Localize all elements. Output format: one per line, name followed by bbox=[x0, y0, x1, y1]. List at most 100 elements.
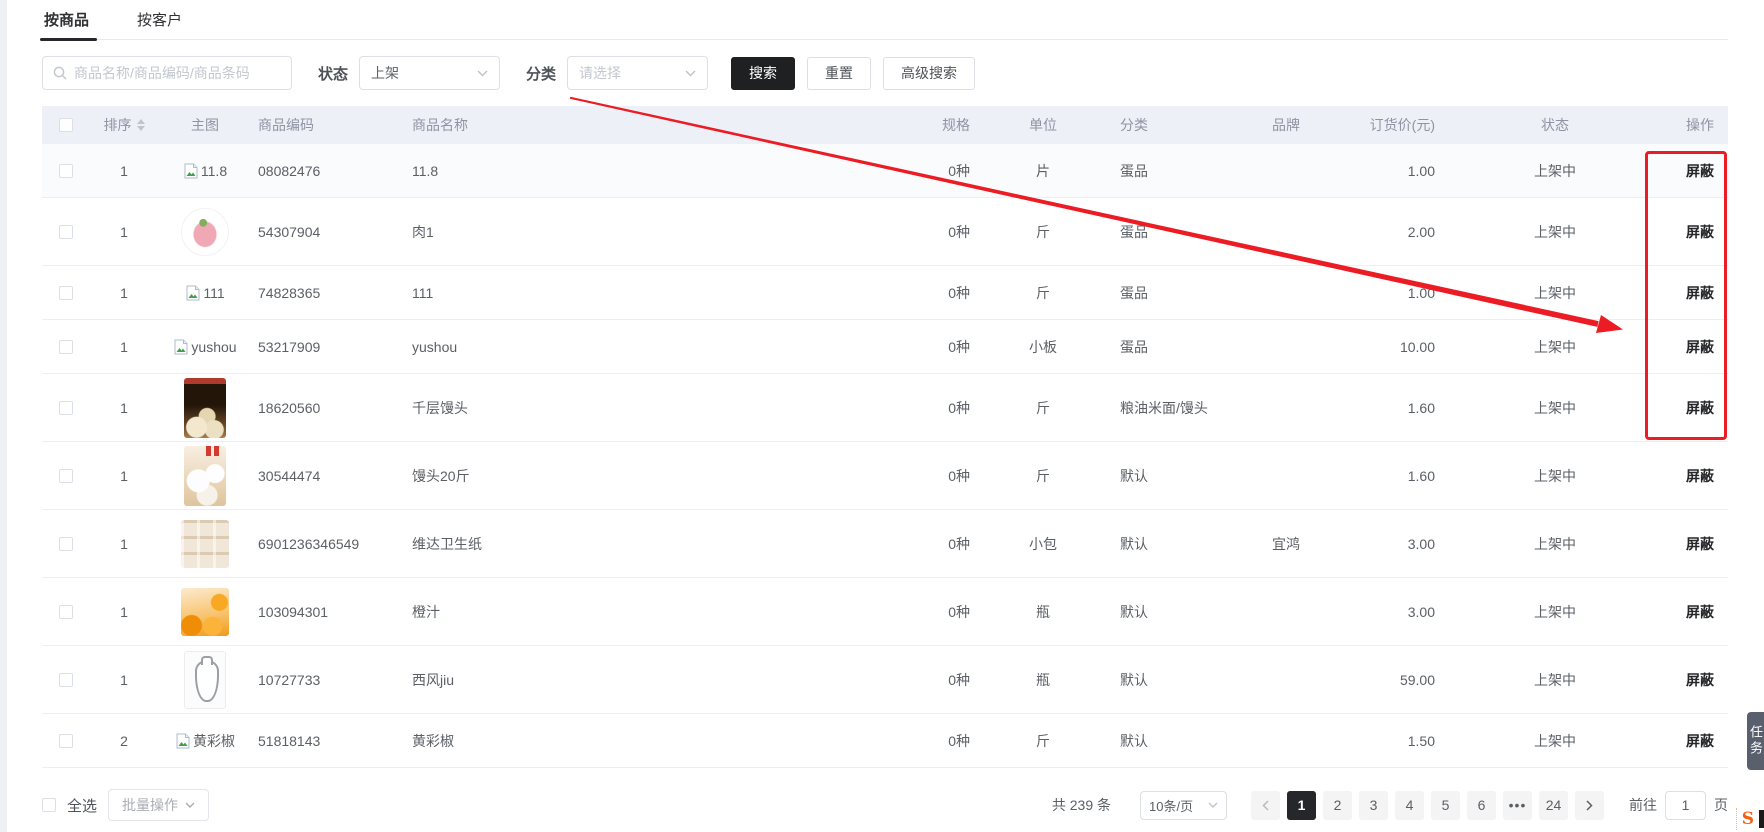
cell-sort: 1 bbox=[90, 224, 158, 240]
cell-price: 3.00 bbox=[1329, 536, 1475, 552]
pager-more-button[interactable]: ••• bbox=[1503, 791, 1532, 820]
page-button-5[interactable]: 5 bbox=[1431, 791, 1460, 820]
advanced-search-button[interactable]: 高级搜索 bbox=[883, 57, 975, 90]
broken-image-alt: 11.8 bbox=[201, 163, 227, 179]
block-action-button[interactable]: 屏蔽 bbox=[1686, 161, 1714, 181]
chevron-down-icon bbox=[1208, 802, 1218, 808]
table-row: 2 黄彩椒 51818143 黄彩椒 0种 斤 默认 1.50 上架中 屏蔽 bbox=[42, 714, 1728, 768]
row-checkbox[interactable] bbox=[59, 340, 73, 354]
cell-spec: 0种 bbox=[895, 161, 975, 181]
product-thumbnail bbox=[184, 446, 226, 506]
row-checkbox[interactable] bbox=[59, 164, 73, 178]
block-action-button[interactable]: 屏蔽 bbox=[1686, 731, 1714, 751]
broken-image: 111 bbox=[185, 285, 224, 301]
pager-next-button[interactable] bbox=[1575, 791, 1604, 820]
search-icon bbox=[53, 66, 67, 80]
table-row: 1 18620560 千层馒头 0种 斤 粮油米面/馒头 1.60 上架中 屏蔽 bbox=[42, 374, 1728, 442]
cell-spec: 0种 bbox=[895, 337, 975, 357]
table-row: 1 54307904 肉1 0种 斤 蛋品 2.00 上架中 屏蔽 bbox=[42, 198, 1728, 266]
page-button-24[interactable]: 24 bbox=[1539, 791, 1568, 820]
block-action-button[interactable]: 屏蔽 bbox=[1686, 670, 1714, 690]
cell-unit: 斤 bbox=[975, 398, 1111, 418]
cell-spec: 0种 bbox=[895, 398, 975, 418]
page-button-6[interactable]: 6 bbox=[1467, 791, 1496, 820]
cell-status: 上架中 bbox=[1475, 731, 1635, 751]
row-checkbox[interactable] bbox=[59, 605, 73, 619]
cell-name: yushou bbox=[404, 339, 895, 355]
cell-unit: 小包 bbox=[975, 534, 1111, 554]
block-action-button[interactable]: 屏蔽 bbox=[1686, 602, 1714, 622]
pager-prev-button[interactable] bbox=[1251, 791, 1280, 820]
block-action-button[interactable]: 屏蔽 bbox=[1686, 534, 1714, 554]
block-action-button[interactable]: 屏蔽 bbox=[1686, 337, 1714, 357]
cell-sort: 1 bbox=[90, 536, 158, 552]
row-checkbox[interactable] bbox=[59, 673, 73, 687]
page-size-select[interactable]: 10条/页 bbox=[1140, 791, 1227, 820]
cell-spec: 0种 bbox=[895, 731, 975, 751]
category-select[interactable]: 请选择 bbox=[567, 56, 708, 90]
tab-by-customer[interactable]: 按客户 bbox=[135, 0, 184, 40]
sort-carets-icon[interactable] bbox=[137, 119, 145, 131]
cell-image: 111 bbox=[158, 285, 252, 301]
task-side-tab[interactable]: 任务 bbox=[1747, 712, 1764, 770]
block-action-button[interactable]: 屏蔽 bbox=[1686, 222, 1714, 242]
row-checkbox[interactable] bbox=[59, 225, 73, 239]
product-management-page: 按商品 按客户 状态 上架 分类 请选择 搜索 重置 高级搜索 bbox=[7, 0, 1764, 832]
cell-image: 11.8 bbox=[158, 163, 252, 179]
reset-button[interactable]: 重置 bbox=[807, 57, 871, 90]
product-table: 排序 主图 商品编码 商品名称 规格 单位 分类 品牌 订货价(元) 状态 操作… bbox=[42, 106, 1728, 768]
goto-page-input[interactable] bbox=[1665, 791, 1706, 820]
row-checkbox[interactable] bbox=[59, 734, 73, 748]
page-button-3[interactable]: 3 bbox=[1359, 791, 1388, 820]
row-checkbox[interactable] bbox=[59, 401, 73, 415]
page-button-4[interactable]: 4 bbox=[1395, 791, 1424, 820]
block-action-button[interactable]: 屏蔽 bbox=[1686, 398, 1714, 418]
product-thumbnail bbox=[181, 520, 229, 568]
row-checkbox[interactable] bbox=[59, 469, 73, 483]
cell-category: 蛋品 bbox=[1111, 283, 1243, 303]
cell-category: 默认 bbox=[1111, 731, 1243, 751]
search-input[interactable] bbox=[74, 65, 281, 81]
page-size-value: 10条/页 bbox=[1149, 796, 1193, 815]
broken-image: 11.8 bbox=[183, 163, 227, 179]
cell-sort: 1 bbox=[90, 468, 158, 484]
cell-code: 08082476 bbox=[252, 163, 404, 179]
cell-code: 6901236346549 bbox=[252, 536, 404, 552]
column-header-status: 状态 bbox=[1475, 115, 1635, 135]
page-button-2[interactable]: 2 bbox=[1323, 791, 1352, 820]
tab-by-product[interactable]: 按商品 bbox=[42, 0, 91, 40]
column-header-sort[interactable]: 排序 bbox=[90, 115, 158, 135]
cell-name: 肉1 bbox=[404, 222, 895, 242]
batch-operation-button[interactable]: 批量操作 bbox=[108, 789, 209, 821]
select-all-header-checkbox[interactable] bbox=[59, 118, 73, 132]
column-header-action: 操作 bbox=[1635, 115, 1728, 135]
cell-unit: 瓶 bbox=[975, 602, 1111, 622]
cell-unit: 小板 bbox=[975, 337, 1111, 357]
column-header-brand: 品牌 bbox=[1243, 115, 1329, 135]
total-count: 共 239 条 bbox=[1052, 795, 1111, 815]
cell-code: 18620560 bbox=[252, 400, 404, 416]
search-button[interactable]: 搜索 bbox=[731, 57, 795, 90]
broken-image-alt: yushou bbox=[191, 339, 236, 355]
cell-price: 1.60 bbox=[1329, 468, 1475, 484]
row-checkbox[interactable] bbox=[59, 286, 73, 300]
column-header-spec: 规格 bbox=[895, 115, 975, 135]
cell-spec: 0种 bbox=[895, 466, 975, 486]
select-all-checkbox[interactable] bbox=[42, 798, 56, 812]
page-button-1[interactable]: 1 bbox=[1287, 791, 1316, 820]
row-checkbox[interactable] bbox=[59, 537, 73, 551]
category-filter-label: 分类 bbox=[526, 63, 556, 84]
ime-logo: S bbox=[1742, 809, 1754, 829]
cell-image bbox=[158, 588, 252, 636]
table-body: 1 11.8 08082476 11.8 0种 片 蛋品 1.00 上架中 屏蔽… bbox=[42, 144, 1728, 768]
block-action-button[interactable]: 屏蔽 bbox=[1686, 283, 1714, 303]
status-filter-label: 状态 bbox=[318, 63, 348, 84]
table-row: 1 yushou 53217909 yushou 0种 小板 蛋品 10.00 … bbox=[42, 320, 1728, 374]
cell-sort: 1 bbox=[90, 604, 158, 620]
cell-sort: 1 bbox=[90, 400, 158, 416]
block-action-button[interactable]: 屏蔽 bbox=[1686, 466, 1714, 486]
product-search-box[interactable] bbox=[42, 56, 292, 90]
status-select[interactable]: 上架 bbox=[359, 56, 500, 90]
cell-unit: 斤 bbox=[975, 466, 1111, 486]
column-header-code: 商品编码 bbox=[252, 115, 404, 135]
